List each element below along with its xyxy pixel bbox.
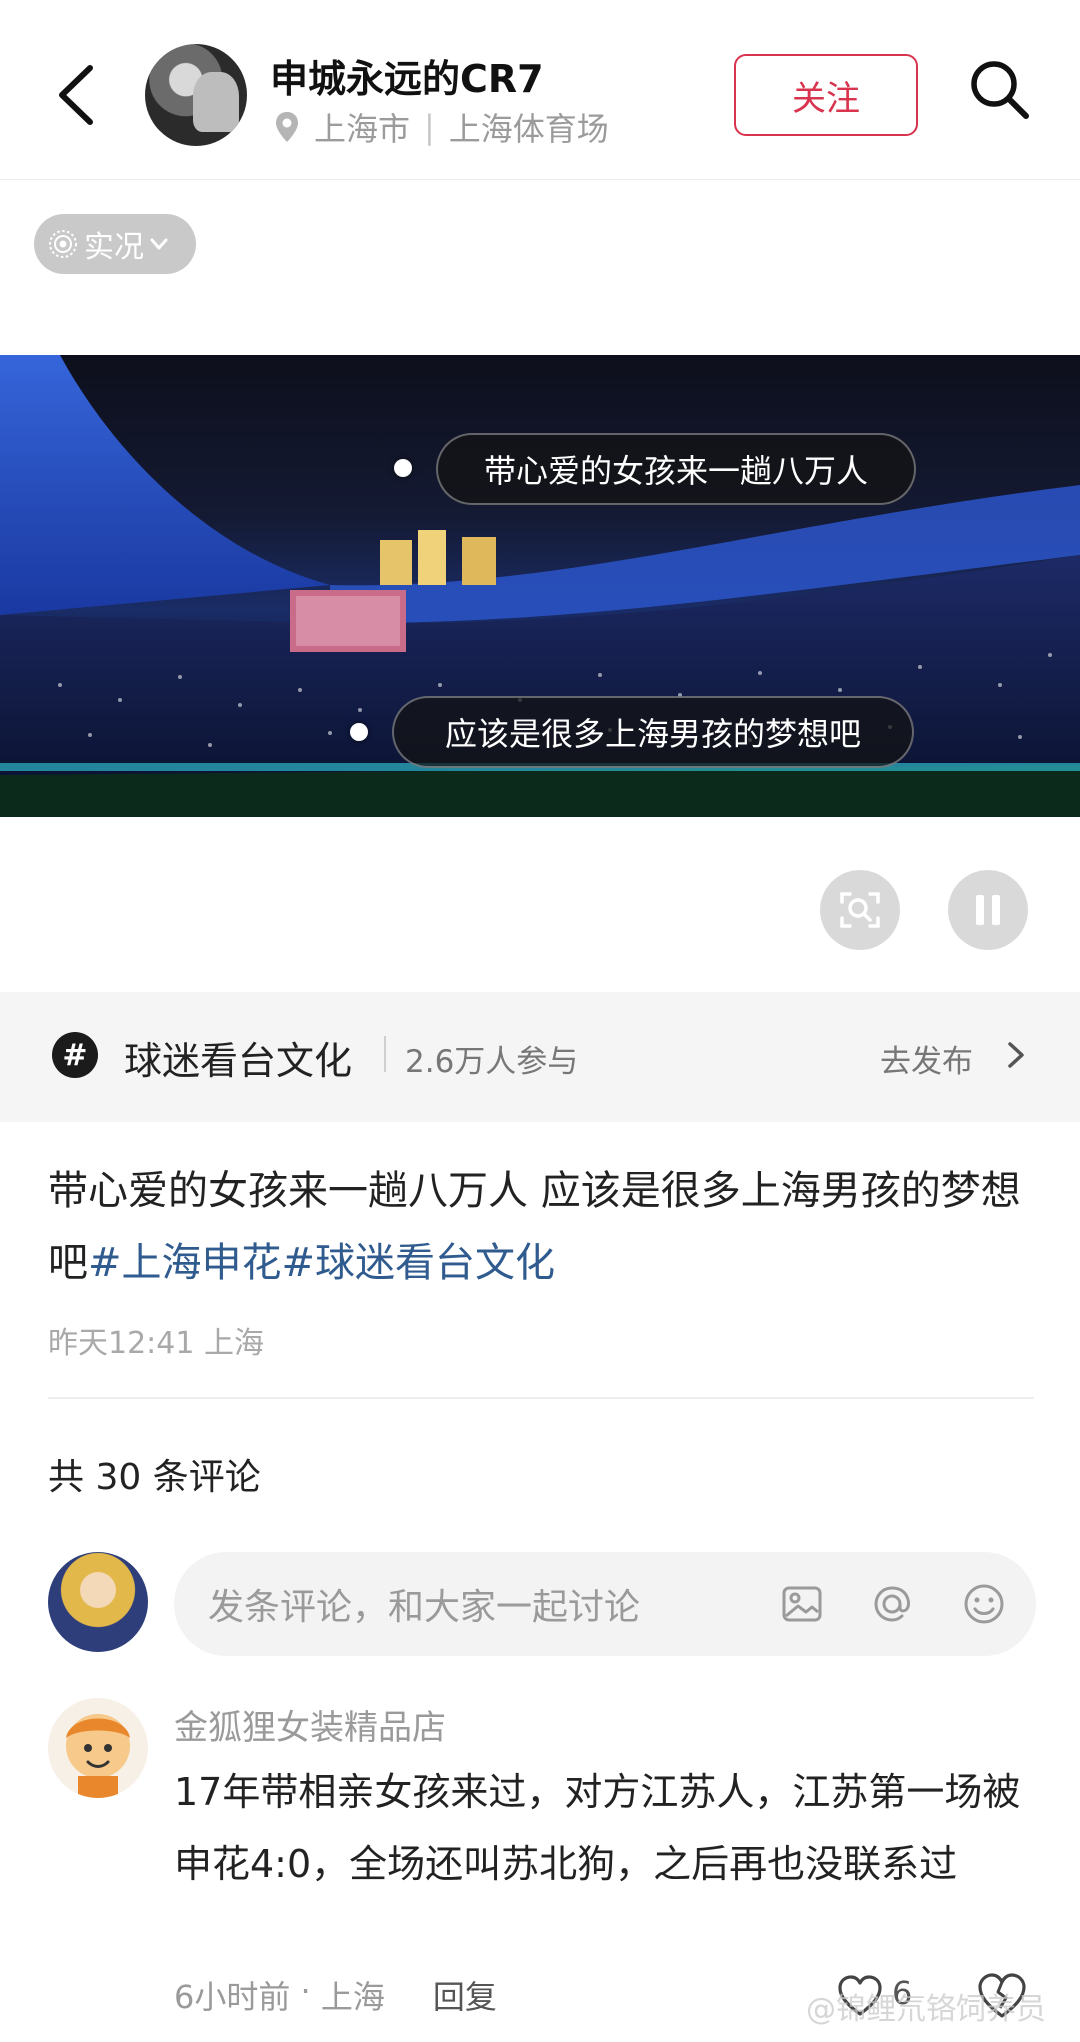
- scan-icon: [840, 892, 880, 928]
- search-icon[interactable]: [966, 56, 1032, 122]
- comment-location: 上海: [320, 1978, 385, 2016]
- topic-participants: 2.6万人参与: [405, 1044, 579, 1080]
- my-avatar[interactable]: [48, 1552, 148, 1652]
- watermark: @锦鲤氘铬饲养员: [806, 1992, 1046, 2027]
- photo-tag-2[interactable]: 应该是很多上海男孩的梦想吧: [392, 696, 914, 768]
- back-arrow-icon[interactable]: [52, 60, 102, 130]
- topic-separator: [384, 1036, 386, 1072]
- live-photo-badge[interactable]: 实况: [34, 214, 196, 274]
- chevron-down-icon: [150, 238, 168, 250]
- location-venue: 上海体育场: [448, 110, 609, 148]
- location-row[interactable]: 上海市 | 上海体育场: [274, 104, 609, 150]
- post-body: 带心爱的女孩来一趟八万人 应该是很多上海男孩的梦想吧#上海申花#球迷看台文化: [48, 1155, 1038, 1299]
- location-pin-icon: [276, 112, 298, 142]
- reply-button[interactable]: 回复: [433, 1972, 497, 2018]
- author-avatar[interactable]: [145, 44, 247, 146]
- commenter-name[interactable]: 金狐狸女装精品店: [174, 1700, 446, 1749]
- post-time: 昨天12:41: [48, 1326, 195, 1361]
- top-bar: 申城永远的CR7 上海市 | 上海体育场 关注: [0, 0, 1080, 180]
- topic-name[interactable]: 球迷看台文化: [124, 1030, 352, 1085]
- pause-button[interactable]: [948, 870, 1028, 950]
- emoji-icon[interactable]: [960, 1580, 1008, 1628]
- comment-time: 6小时前: [174, 1978, 291, 2016]
- cartoon-avatar-icon: [66, 1714, 130, 1798]
- image-search-button[interactable]: [820, 870, 900, 950]
- hashtag-link[interactable]: #球迷看台文化: [282, 1240, 556, 1286]
- divider: [48, 1397, 1034, 1399]
- comment-meta: 6小时前 · 上海 回复: [174, 1972, 497, 2018]
- commenter-avatar[interactable]: [48, 1698, 148, 1798]
- post-photo[interactable]: 带心爱的女孩来一趟八万人 应该是很多上海男孩的梦想吧: [0, 355, 1080, 817]
- author-name[interactable]: 申城永远的CR7: [270, 48, 544, 103]
- tag-dot-2: [350, 723, 368, 741]
- comments-count: 共 30 条评论: [48, 1457, 261, 1498]
- go-publish-link[interactable]: 去发布: [880, 1036, 973, 1081]
- follow-button[interactable]: 关注: [734, 54, 918, 136]
- hashtag-link[interactable]: #上海申花: [88, 1240, 282, 1286]
- post-meta: 昨天12:41 上海: [48, 1318, 264, 1362]
- post-location: 上海: [204, 1326, 265, 1361]
- live-photo-label: 实况: [84, 230, 144, 265]
- mention-icon[interactable]: [868, 1580, 916, 1628]
- live-photo-icon: [49, 230, 77, 258]
- image-icon[interactable]: [778, 1580, 826, 1628]
- topic-bar[interactable]: # 球迷看台文化 2.6万人参与 去发布: [0, 992, 1080, 1122]
- chevron-right-icon[interactable]: [1004, 1038, 1028, 1072]
- comment-text: 17年带相亲女孩来过，对方江苏人，江苏第一场被申花4:0，全场还叫苏北狗，之后再…: [174, 1770, 1021, 1886]
- comment-meta-separator: ·: [290, 1972, 321, 2010]
- location-separator: |: [424, 108, 435, 146]
- hashtag-icon: #: [52, 1032, 98, 1078]
- tag-dot-1: [394, 459, 412, 477]
- location-city: 上海市: [314, 110, 411, 148]
- pause-icon: [976, 895, 1000, 925]
- photo-tag-1[interactable]: 带心爱的女孩来一趟八万人: [436, 433, 916, 505]
